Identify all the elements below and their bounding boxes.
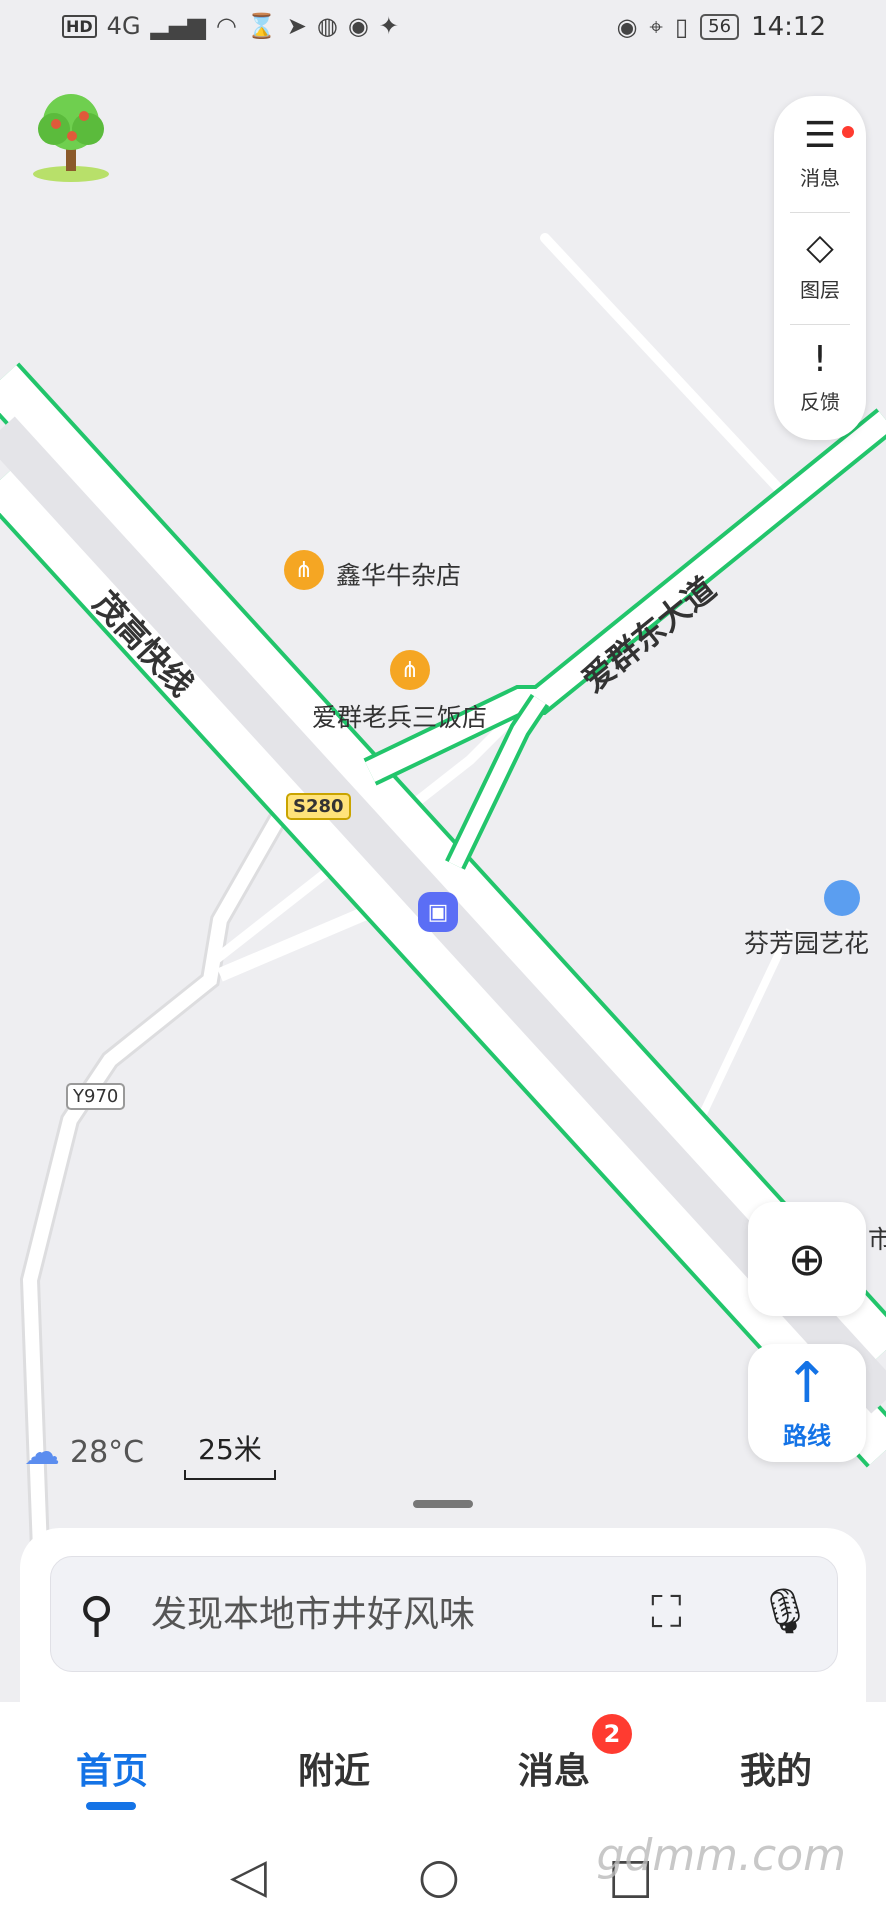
feedback-icon: ! (812, 339, 828, 380)
route-label: 路线 (783, 1422, 831, 1450)
globe-icon: ◍ (316, 12, 338, 40)
route-button[interactable]: ↑ 路线 (748, 1344, 866, 1462)
scale-label: 25米 (198, 1433, 262, 1466)
tab-bar: 首页 附近 消息 我的 (0, 1702, 886, 1826)
avatar-tree-icon[interactable] (26, 84, 116, 184)
map-tools-panel: ☰ 消息 ◇ 图层 ! 反馈 (774, 96, 866, 440)
search-input[interactable] (149, 1585, 673, 1643)
battery-indicator: 56 (700, 14, 740, 40)
tab-nearby[interactable]: 附近 (264, 1742, 404, 1794)
crosshair-icon: ⊕ (787, 1232, 827, 1286)
map-scale: 25米 (184, 1428, 276, 1480)
poi-label[interactable]: 爱群老兵三饭店 (312, 698, 487, 734)
cloud-icon: ☁ (24, 1432, 60, 1473)
unread-dot (842, 126, 854, 138)
tool-label: 消息 (800, 166, 840, 190)
microphone-icon[interactable]: 🎙 (757, 1585, 813, 1637)
wifi-icon: ◠ (215, 12, 237, 40)
eye-icon: ◉ (616, 13, 638, 41)
scale-bar (184, 1470, 276, 1480)
scan-icon[interactable]: ⛶ (651, 1587, 682, 1638)
location-icon: ⌖ (649, 13, 663, 41)
poi-label[interactable]: 芬芳园艺花 (744, 924, 869, 960)
clock: 14:12 (751, 12, 826, 42)
poi-label[interactable]: 鑫华牛杂店 (336, 556, 461, 592)
status-bar: HD 4G ▂▄▆ ◠ ⌛ ➤ ◍ ◉ ✦ ◉ ⌖ ▯ 56 14:12 (0, 0, 886, 60)
temperature: 28°C (70, 1435, 145, 1470)
signal-icon: ▂▄▆ (150, 12, 206, 40)
search-icon: ⚲ (79, 1587, 115, 1643)
home-circle-icon[interactable]: ○ (418, 1848, 460, 1904)
bulb-icon: ◉ (347, 12, 369, 40)
tool-label: 反馈 (800, 390, 840, 414)
tool-layers[interactable]: ◇ 图层 (774, 226, 866, 303)
tool-feedback[interactable]: ! 反馈 (774, 338, 866, 415)
message-count-badge: 2 (592, 1714, 632, 1754)
route-badge-s280: S280 (286, 793, 351, 820)
vibrate-icon: ▯ (674, 13, 689, 41)
search-bar[interactable]: ⚲ ⛶ 🎙 (50, 1556, 838, 1672)
tool-label: 图层 (800, 278, 840, 302)
poi-label[interactable]: 市 (868, 1220, 886, 1256)
tab-mine[interactable]: 我的 (706, 1742, 846, 1794)
sheet-drag-handle[interactable] (413, 1500, 473, 1508)
watermark: gdmm.com (596, 1830, 846, 1881)
status-left: HD 4G ▂▄▆ ◠ ⌛ ➤ ◍ ◉ ✦ (62, 12, 399, 40)
network-type: 4G (106, 12, 141, 40)
tab-home[interactable]: 首页 (42, 1742, 182, 1794)
bus-stop-icon[interactable]: ▣ (418, 892, 458, 932)
back-icon[interactable]: ◁ (230, 1848, 267, 1904)
restaurant-pin-icon[interactable]: ⋔ (284, 550, 324, 590)
hd-icon: HD (62, 14, 97, 38)
send-icon: ➤ (286, 12, 307, 40)
tab-active-indicator (86, 1802, 136, 1810)
route-arrow-icon: ↑ (783, 1351, 831, 1416)
tool-messages[interactable]: ☰ 消息 (774, 114, 866, 191)
status-right: ◉ ⌖ ▯ 56 14:12 (616, 12, 826, 42)
route-badge-y970: Y970 (66, 1083, 126, 1110)
layers-icon: ◇ (806, 227, 834, 268)
location-pin-icon[interactable] (824, 880, 860, 916)
hourglass-icon: ⌛ (246, 12, 277, 40)
restaurant-pin-icon[interactable]: ⋔ (390, 650, 430, 690)
alipay-icon: ✦ (378, 12, 399, 40)
locate-button[interactable]: ⊕ (748, 1202, 866, 1316)
weather-widget[interactable]: ☁ 28°C (24, 1432, 144, 1473)
